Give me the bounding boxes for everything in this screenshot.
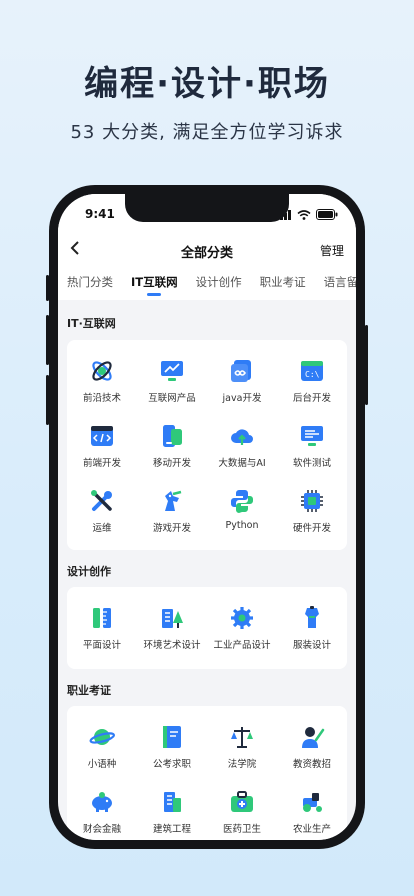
- svg-text:C:\: C:\: [305, 370, 320, 379]
- category-label: 大数据与AI: [218, 458, 266, 469]
- chip-icon: [301, 490, 323, 512]
- category-label: 小语种: [87, 759, 117, 770]
- tab-career[interactable]: 职业考证: [260, 268, 306, 300]
- tab-design[interactable]: 设计创作: [196, 268, 242, 300]
- monitor-chart-icon: [161, 361, 183, 381]
- category-label: 服装设计: [292, 640, 331, 651]
- code-window-icon: [91, 426, 113, 446]
- category-label: 财会金融: [82, 824, 121, 835]
- section-card-career: 小语种 公考求职 法学院 教资教招财会金融 建筑工程 医药卫生 农业生产: [67, 706, 347, 840]
- notch: [125, 194, 289, 222]
- category-item[interactable]: 运维: [67, 476, 137, 541]
- category-item[interactable]: 前端开发: [67, 411, 137, 476]
- atom-icon: [92, 361, 112, 381]
- book-icon: [163, 726, 181, 748]
- category-item[interactable]: C:\ 后台开发: [277, 346, 347, 411]
- test-screen-icon: [301, 426, 323, 446]
- category-label: 互联网产品: [148, 393, 196, 404]
- category-item[interactable]: 服装设计: [277, 593, 347, 658]
- category-label: 建筑工程: [152, 824, 191, 835]
- category-item[interactable]: 平面设计: [67, 593, 137, 658]
- category-item[interactable]: java开发: [207, 346, 277, 411]
- category-item[interactable]: 教资教招: [277, 712, 347, 777]
- battery-icon: [316, 209, 338, 220]
- scales-icon: [231, 727, 253, 748]
- section-card-design: 平面设计 环境艺术设计 工业产品设计 服装设计: [67, 587, 347, 669]
- section-card-it: 前沿技术 互联网产品 java开发 C:\ 后台开发前端开发 移动开发 大数据与AI 软件测试…: [67, 340, 347, 550]
- category-item[interactable]: 环境艺术设计: [137, 593, 207, 658]
- phone-frame: 9:41 全部分类 管理 热门分类 IT互联网 设计创作 职业考证 语言留 IT…: [46, 185, 368, 849]
- category-item[interactable]: 前沿技术: [67, 346, 137, 411]
- building-tree-icon: [162, 609, 183, 628]
- mannequin-icon: [305, 606, 319, 628]
- category-item[interactable]: 互联网产品: [137, 346, 207, 411]
- category-tabs: 热门分类 IT互联网 设计创作 职业考证 语言留学: [58, 268, 356, 300]
- planet-icon: [89, 729, 115, 745]
- category-label: 硬件开发: [292, 523, 331, 534]
- category-item[interactable]: 农业生产: [277, 777, 347, 840]
- category-item[interactable]: 小语种: [67, 712, 137, 777]
- category-label: 软件测试: [292, 458, 331, 469]
- gear-icon: [231, 607, 253, 629]
- page-title: 全部分类: [180, 246, 233, 261]
- section-title-career: 职业考证: [67, 684, 111, 697]
- tab-hot[interactable]: 热门分类: [67, 268, 113, 300]
- category-label: 游戏开发: [152, 523, 191, 534]
- category-label: 后台开发: [292, 393, 331, 404]
- wifi-icon: [297, 209, 311, 220]
- category-item[interactable]: 移动开发: [137, 411, 207, 476]
- hero-subtitle: 53 大分类, 满足全方位学习诉求: [70, 122, 344, 143]
- category-label: 平面设计: [82, 640, 121, 651]
- category-label: 前端开发: [82, 458, 121, 469]
- category-label: 公考求职: [152, 759, 191, 770]
- category-label: Python: [225, 520, 259, 531]
- category-item[interactable]: 公考求职: [137, 712, 207, 777]
- tools-icon: [91, 490, 112, 511]
- category-item[interactable]: 医药卫生: [207, 777, 277, 840]
- category-label: 移动开发: [152, 458, 191, 469]
- category-item[interactable]: 建筑工程: [137, 777, 207, 840]
- category-item[interactable]: 游戏开发: [137, 476, 207, 541]
- hero-title: 编程·设计·职场: [84, 64, 330, 104]
- category-label: 前沿技术: [82, 393, 121, 404]
- game-horse-icon: [165, 490, 182, 511]
- medical-kit-icon: [231, 791, 253, 812]
- python-icon: [231, 490, 253, 513]
- cloud-upload-icon: [231, 429, 253, 445]
- mobile-icon: [163, 425, 182, 447]
- app-screen: 9:41 全部分类 管理 热门分类 IT互联网 设计创作 职业考证 语言留 IT…: [58, 194, 356, 840]
- tab-it[interactable]: IT互联网: [131, 268, 178, 300]
- category-item[interactable]: 硬件开发: [277, 476, 347, 541]
- section-title-design: 设计创作: [67, 565, 111, 578]
- building-icon: [164, 792, 181, 812]
- category-label: 教资教招: [292, 759, 331, 770]
- status-time: 9:41: [85, 207, 115, 221]
- category-item[interactable]: 法学院: [207, 712, 277, 777]
- category-item[interactable]: 大数据与AI: [207, 411, 277, 476]
- category-label: 环境艺术设计: [143, 640, 201, 651]
- pencil-ruler-icon: [93, 608, 111, 628]
- section-title-it: IT·互联网: [67, 317, 116, 330]
- infinity-folder-icon: [231, 360, 251, 382]
- category-item[interactable]: 工业产品设计: [207, 593, 277, 658]
- terminal-icon: C:\: [301, 361, 323, 381]
- category-label: 农业生产: [292, 824, 331, 835]
- category-label: java开发: [222, 393, 262, 404]
- manage-button[interactable]: 管理: [320, 242, 344, 259]
- teacher-icon: [302, 727, 325, 748]
- category-item[interactable]: Python: [207, 476, 277, 541]
- category-label: 运维: [92, 523, 112, 534]
- nav-bar: 全部分类 管理: [58, 234, 356, 268]
- piggy-bank-icon: [92, 792, 112, 812]
- category-item[interactable]: 财会金融: [67, 777, 137, 840]
- category-label: 工业产品设计: [213, 640, 271, 651]
- tractor-icon: [303, 793, 322, 812]
- category-label: 医药卫生: [222, 824, 261, 835]
- category-label: 法学院: [227, 759, 257, 770]
- category-item[interactable]: 软件测试: [277, 411, 347, 476]
- tab-language[interactable]: 语言留学: [324, 268, 356, 300]
